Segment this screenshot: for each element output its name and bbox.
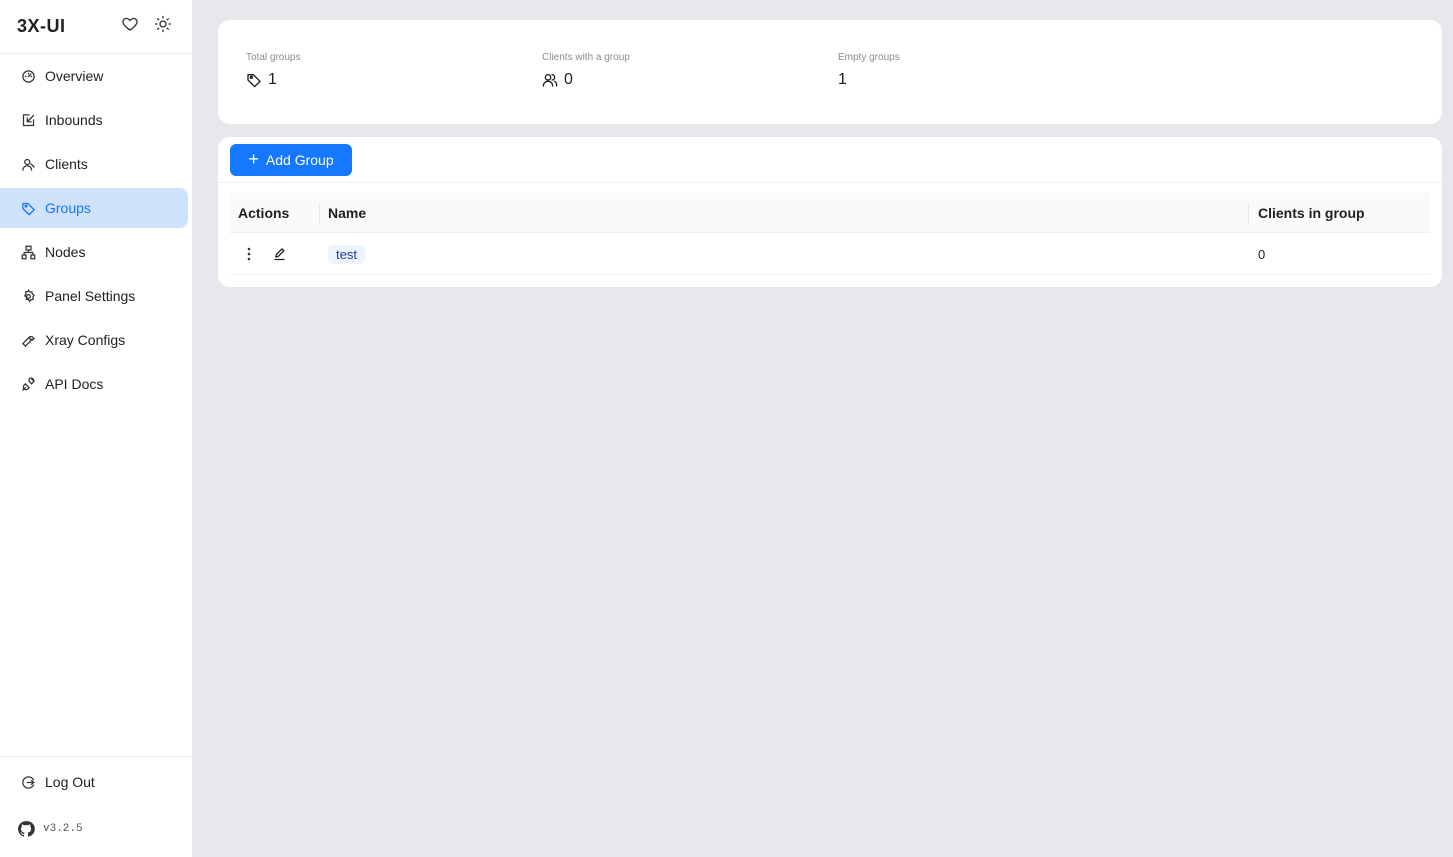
github-icon[interactable]	[17, 820, 35, 838]
add-group-label: Add Group	[265, 152, 334, 168]
tool-icon	[20, 332, 36, 348]
tag-icon	[20, 200, 36, 216]
sidebar-item-label: API Docs	[45, 376, 104, 392]
plus-icon: +	[248, 149, 259, 169]
sidebar-item-inbounds[interactable]: Inbounds	[0, 100, 188, 140]
row-clients-count: 0	[1258, 246, 1266, 262]
sidebar-item-label: Overview	[45, 68, 104, 84]
row-name: test	[328, 233, 365, 275]
stat-label: Empty groups	[838, 52, 900, 63]
sidebar-item-label: Panel Settings	[45, 288, 136, 304]
sidebar-item-label: Groups	[45, 200, 91, 216]
column-divider	[319, 203, 320, 223]
table-row: test 0	[230, 233, 1430, 275]
stat-value: 1	[838, 71, 847, 88]
sidebar-item-label: Nodes	[45, 244, 86, 260]
tag-icon	[246, 72, 262, 88]
sidebar-footer: Log Out v3.2.5	[0, 756, 193, 851]
header-actions	[120, 14, 172, 33]
column-header-clients[interactable]: Clients in group	[1258, 193, 1365, 233]
sidebar-item-overview[interactable]: Overview	[0, 56, 188, 96]
more-vertical-icon[interactable]	[240, 245, 258, 263]
stat-label: Total groups	[246, 52, 301, 63]
add-group-button[interactable]: + Add Group	[230, 144, 352, 176]
stats-card: Total groups 1 Clients with a group 0 Em…	[218, 20, 1442, 124]
sidebar: 3X-UI Overview Inbounds Clients Groups N…	[0, 0, 193, 857]
user-icon	[20, 156, 36, 172]
dashboard-icon	[20, 68, 36, 84]
group-name-tag[interactable]: test	[328, 244, 365, 264]
row-actions	[240, 233, 288, 275]
app-title: 3X-UI	[17, 16, 66, 36]
stat-clients-with-group: Clients with a group 0	[542, 52, 630, 89]
cluster-icon	[20, 244, 36, 260]
sidebar-nav: Overview Inbounds Clients Groups Nodes P…	[0, 56, 193, 408]
stat-value: 1	[268, 71, 277, 88]
stat-empty-groups: Empty groups 1	[838, 52, 900, 89]
sidebar-item-nodes[interactable]: Nodes	[0, 232, 188, 272]
stat-value: 0	[564, 71, 573, 88]
table-header: Actions Name Clients in group	[230, 193, 1430, 233]
sidebar-item-label: Inbounds	[45, 112, 103, 128]
column-header-actions: Actions	[238, 205, 290, 221]
stat-total-groups: Total groups 1	[246, 52, 300, 89]
version-label: v3.2.5	[43, 823, 83, 835]
heart-icon[interactable]	[120, 14, 139, 33]
toolbar: + Add Group	[218, 137, 1442, 183]
api-icon	[20, 376, 36, 392]
sun-icon[interactable]	[153, 14, 172, 33]
logout-button[interactable]: Log Out	[0, 757, 193, 807]
users-icon	[542, 72, 558, 88]
gear-icon	[20, 288, 36, 304]
sidebar-item-api-docs[interactable]: API Docs	[0, 364, 188, 404]
logout-icon	[20, 774, 36, 790]
logout-label: Log Out	[45, 774, 95, 790]
column-header-name[interactable]: Name	[328, 193, 366, 233]
version-row: v3.2.5	[0, 807, 193, 851]
groups-table: Actions Name Clients in group test 0	[230, 193, 1430, 275]
sidebar-item-label: Xray Configs	[45, 332, 126, 348]
sidebar-item-clients[interactable]: Clients	[0, 144, 188, 184]
sidebar-item-panel-settings[interactable]: Panel Settings	[0, 276, 188, 316]
column-divider	[1248, 203, 1249, 223]
inbound-icon	[20, 112, 36, 128]
sidebar-item-groups[interactable]: Groups	[0, 188, 188, 228]
sidebar-item-xray-configs[interactable]: Xray Configs	[0, 320, 188, 360]
stat-label: Clients with a group	[542, 52, 630, 63]
groups-table-card: + Add Group Actions Name Clients in grou…	[218, 137, 1442, 287]
sidebar-item-label: Clients	[45, 156, 88, 172]
edit-icon[interactable]	[270, 245, 288, 263]
